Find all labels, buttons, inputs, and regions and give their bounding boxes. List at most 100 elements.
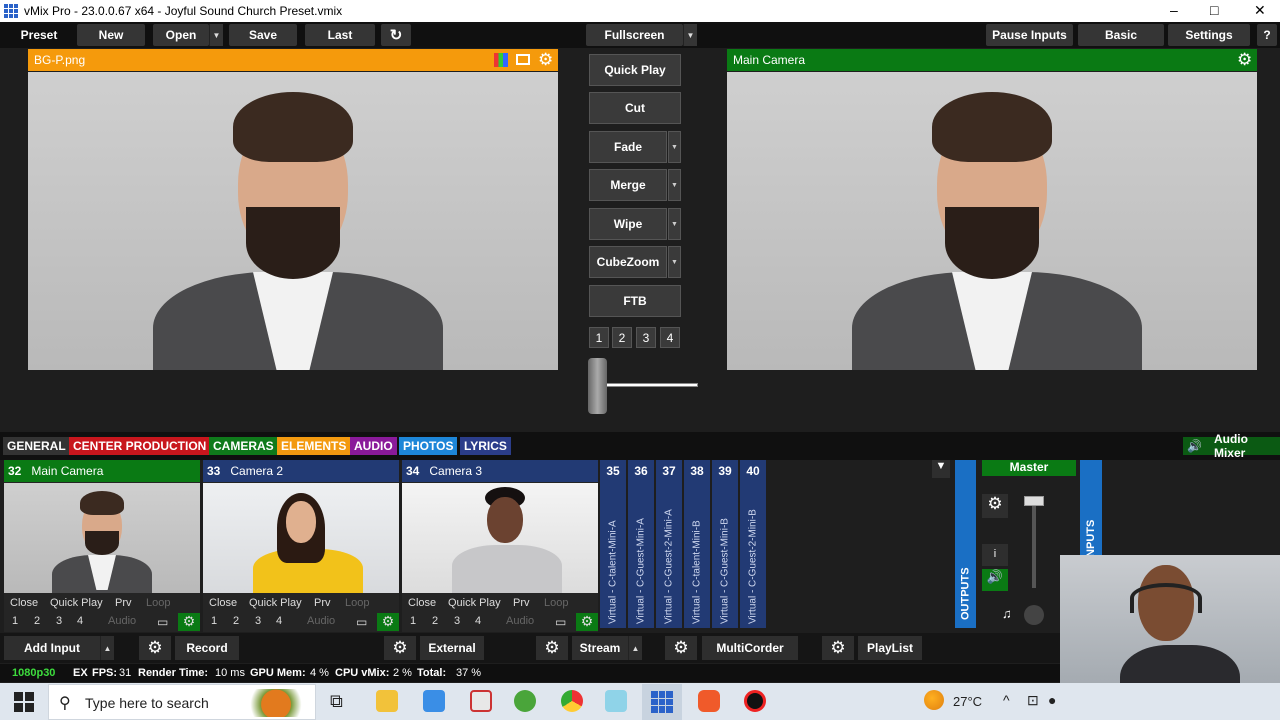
quick-play-input-button[interactable]: Quick Play [448,597,501,609]
multicorder-button[interactable]: MultiCorder [702,636,798,660]
tab-lyrics[interactable]: LYRICS [460,437,511,455]
input-card[interactable]: 32 Main Camera Close Quick Play Prv Loop … [4,460,200,632]
virtual-input[interactable]: 37 Virtual - C-Guest-2-Mini-A [656,460,682,628]
master-settings-gear-icon[interactable]: ⚙ [982,494,1008,518]
close-input-button[interactable]: Close [408,597,436,609]
quick-play-button[interactable]: Quick Play [589,54,681,86]
virtual-input[interactable]: 36 Virtual - C-Guest-Mini-A [628,460,654,628]
tab-cameras[interactable]: CAMERAS [209,437,278,455]
microphone-icon[interactable]: ● [1048,692,1056,708]
snipping-tool-icon[interactable] [470,690,492,712]
weather-icon[interactable] [924,690,944,710]
overlay-2-button[interactable]: 2 [34,615,40,627]
input-card[interactable]: 33 Camera 2 Close Quick Play Prv Loop 1 2… [203,460,399,632]
virtual-input[interactable]: 40 Virtual - C-Guest-2-Mini-B [740,460,766,628]
loop-input-button[interactable]: Loop [345,597,369,609]
chrome-icon[interactable] [561,690,583,712]
loop-input-button[interactable]: Loop [146,597,170,609]
overlay-2-button[interactable]: 2 [432,615,438,627]
record-button[interactable]: Record [175,636,239,660]
basic-button[interactable]: Basic [1078,24,1164,46]
quick-play-input-button[interactable]: Quick Play [249,597,302,609]
pin-icon[interactable]: ▼ [932,460,950,478]
overlay-1-button[interactable]: 1 [410,615,416,627]
tab-photos[interactable]: PHOTOS [399,437,458,455]
add-input-dropdown-caret[interactable]: ▲ [100,636,114,660]
wipe-dropdown-caret[interactable]: ▼ [668,208,681,240]
pause-inputs-button[interactable]: Pause Inputs [986,24,1073,46]
notepad-icon[interactable] [605,690,627,712]
fullscreen-dropdown-caret[interactable]: ▼ [683,24,697,46]
monitor-icon[interactable]: ▭ [555,615,566,629]
input-thumbnail[interactable] [4,483,200,593]
fade-button[interactable]: Fade [589,131,667,163]
input-settings-gear-icon[interactable]: ⚙ [576,613,598,631]
fade-dropdown-caret[interactable]: ▼ [668,131,681,163]
cut-button[interactable]: Cut [589,92,681,124]
master-info-button[interactable]: i [982,544,1008,566]
tbar-handle[interactable] [588,358,607,414]
windows-start-icon[interactable] [14,692,34,712]
cubezoom-dropdown-caret[interactable]: ▼ [668,246,681,278]
tab-elements[interactable]: ELEMENTS [277,437,351,455]
record-app-icon[interactable] [744,690,766,712]
headphones-icon[interactable]: ♫ [1002,606,1012,621]
stream-settings-gear-icon[interactable]: ⚙ [536,636,568,660]
open-button[interactable]: Open [153,24,209,46]
preset-button[interactable]: Preset [4,24,74,46]
master-fader-handle[interactable] [1024,496,1044,506]
virtual-input[interactable]: 38 Virtual - C-talent-Mini-B [684,460,710,628]
overlay-1-button[interactable]: 1 [211,615,217,627]
file-explorer-icon[interactable] [376,690,398,712]
playlist-button[interactable]: PlayList [858,636,922,660]
quick-play-input-button[interactable]: Quick Play [50,597,103,609]
chevron-up-icon[interactable]: ^ [1003,692,1010,708]
screen-icon[interactable] [516,54,530,65]
external-button[interactable]: External [420,636,484,660]
transition-2-button[interactable]: 2 [612,327,632,348]
overlay-1-button[interactable]: 1 [12,615,18,627]
overlay-3-button[interactable]: 3 [56,615,62,627]
transition-1-button[interactable]: 1 [589,327,609,348]
ftb-button[interactable]: FTB [589,285,681,317]
new-button[interactable]: New [77,24,145,46]
close-input-button[interactable]: Close [209,597,237,609]
temperature[interactable]: 27°C [953,694,982,709]
monitor-icon[interactable]: ▭ [356,615,367,629]
input-settings-gear-icon[interactable]: ⚙ [178,613,200,631]
input-header[interactable]: 33 Camera 2 [203,460,399,482]
input-thumbnail[interactable] [402,483,598,593]
overlay-2-button[interactable]: 2 [233,615,239,627]
input-thumbnail[interactable] [203,483,399,593]
loop-icon[interactable]: ↻ [381,24,411,46]
transition-3-button[interactable]: 3 [636,327,656,348]
wipe-button[interactable]: Wipe [589,208,667,240]
preview-settings-gear-icon[interactable]: ⚙ [538,50,553,70]
preview-input-button[interactable]: Prv [115,597,132,609]
close-input-button[interactable]: Close [10,597,38,609]
close-window-button[interactable]: ✕ [1254,2,1266,19]
task-view-icon[interactable]: ⧉ [330,691,343,712]
preview-input-button[interactable]: Prv [314,597,331,609]
color-bars-icon[interactable] [494,53,508,67]
maximize-button[interactable]: □ [1210,2,1218,18]
preview-video[interactable] [28,72,558,370]
outputs-panel-toggle[interactable]: OUTPUTS [955,460,976,628]
preview-input-button[interactable]: Prv [513,597,530,609]
audio-input-button[interactable]: Audio [108,615,136,627]
last-button[interactable]: Last [305,24,375,46]
merge-dropdown-caret[interactable]: ▼ [668,169,681,201]
output-settings-gear-icon[interactable]: ⚙ [1237,50,1252,70]
audio-mixer-toggle[interactable]: 🔊 Audio Mixer [1183,432,1280,460]
merge-button[interactable]: Merge [589,169,667,201]
vmix-taskbar-button[interactable] [642,684,682,720]
fullscreen-button[interactable]: Fullscreen [586,24,683,46]
taskbar-search-box[interactable]: ⚲ Type here to search [48,684,316,720]
utorrent-icon[interactable] [514,690,536,712]
add-input-button[interactable]: Add Input [4,636,100,660]
master-fader-track[interactable] [1032,498,1036,588]
input-header[interactable]: 32 Main Camera [4,460,200,482]
cubezoom-button[interactable]: CubeZoom [589,246,667,278]
overlay-4-button[interactable]: 4 [276,615,282,627]
overlay-4-button[interactable]: 4 [77,615,83,627]
